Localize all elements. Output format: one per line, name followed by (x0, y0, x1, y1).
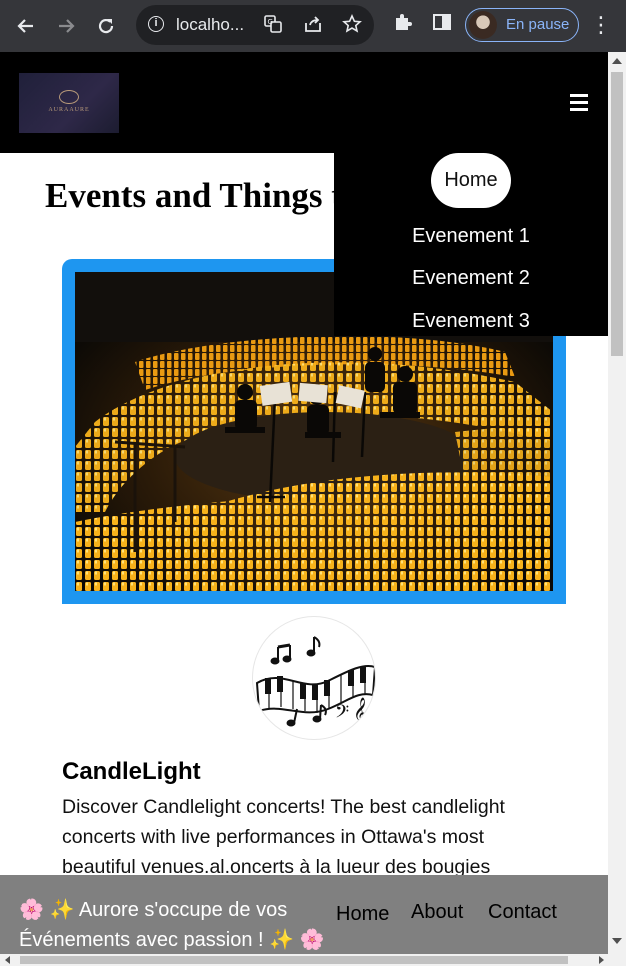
scrollbar-thumb[interactable] (611, 72, 623, 356)
horizontal-scrollbar-thumb[interactable] (20, 956, 568, 964)
forward-arrow-icon[interactable] (49, 9, 83, 43)
puzzle-icon[interactable] (390, 11, 416, 39)
logo-mark-icon (59, 90, 79, 104)
profile-chip[interactable]: En pause (465, 8, 579, 42)
scroll-down-arrow-icon[interactable] (612, 938, 622, 944)
logo-wordmark: AURAAURE (48, 107, 90, 113)
hamburger-menu-icon[interactable] (570, 94, 588, 111)
piano-keys-icon: 𝄢 𝄞 (255, 636, 375, 729)
footer-home-link[interactable]: Home (336, 903, 389, 926)
site-info-icon[interactable]: i (148, 16, 164, 32)
footer-about-link[interactable]: About (411, 901, 463, 924)
nav-home-link[interactable]: Home (431, 153, 511, 208)
profile-status: En pause (506, 16, 570, 33)
browser-toolbar: i localho... G En pause ⋮ (0, 0, 626, 52)
side-panel-icon[interactable] (429, 11, 455, 39)
share-icon[interactable] (302, 14, 324, 36)
star-icon[interactable] (341, 14, 363, 36)
translate-icon[interactable]: G (262, 14, 284, 36)
nav-evenement-3-link[interactable]: Evenement 3 (334, 310, 608, 333)
scroll-left-arrow-icon[interactable] (5, 956, 10, 964)
reload-icon[interactable] (89, 9, 123, 43)
kebab-menu-icon[interactable]: ⋮ (590, 12, 612, 38)
nav-dropdown: Home Evenement 1 Evenement 2 Evenement 3 (334, 153, 608, 336)
svg-text:𝄢: 𝄢 (335, 702, 349, 727)
page-title: Events and Things t (45, 176, 343, 215)
site-logo[interactable]: AURAAURE (19, 73, 119, 133)
horizontal-scrollbar[interactable] (0, 954, 626, 966)
scroll-up-arrow-icon[interactable] (612, 58, 622, 64)
address-bar[interactable]: i localho... G (136, 5, 374, 45)
back-arrow-icon[interactable] (9, 9, 43, 43)
event-description: Discover Candlelight concerts! The best … (62, 796, 505, 878)
music-notes-badge: 𝄢 𝄞 (252, 616, 376, 740)
svg-text:G: G (268, 18, 273, 26)
site-footer: 🌸 ✨ Aurore s'occupe de vos Événements av… (0, 875, 608, 954)
scroll-right-arrow-icon[interactable] (599, 956, 604, 964)
footer-contact-link[interactable]: Contact (488, 901, 557, 924)
site-header: AURAAURE (0, 52, 608, 153)
nav-evenement-1-link[interactable]: Evenement 1 (334, 225, 608, 248)
svg-text:𝄞: 𝄞 (353, 697, 368, 729)
event-title: CandleLight (62, 758, 201, 785)
nav-evenement-2-link[interactable]: Evenement 2 (334, 267, 608, 290)
vertical-scrollbar[interactable] (608, 52, 626, 954)
url-text[interactable]: localho... (176, 15, 244, 35)
page-viewport: AURAAURE Events and Things t 𝄢 𝄞 CandleL… (0, 52, 608, 954)
avatar (469, 11, 497, 39)
footer-tagline: 🌸 ✨ Aurore s'occupe de vos Événements av… (19, 899, 325, 951)
